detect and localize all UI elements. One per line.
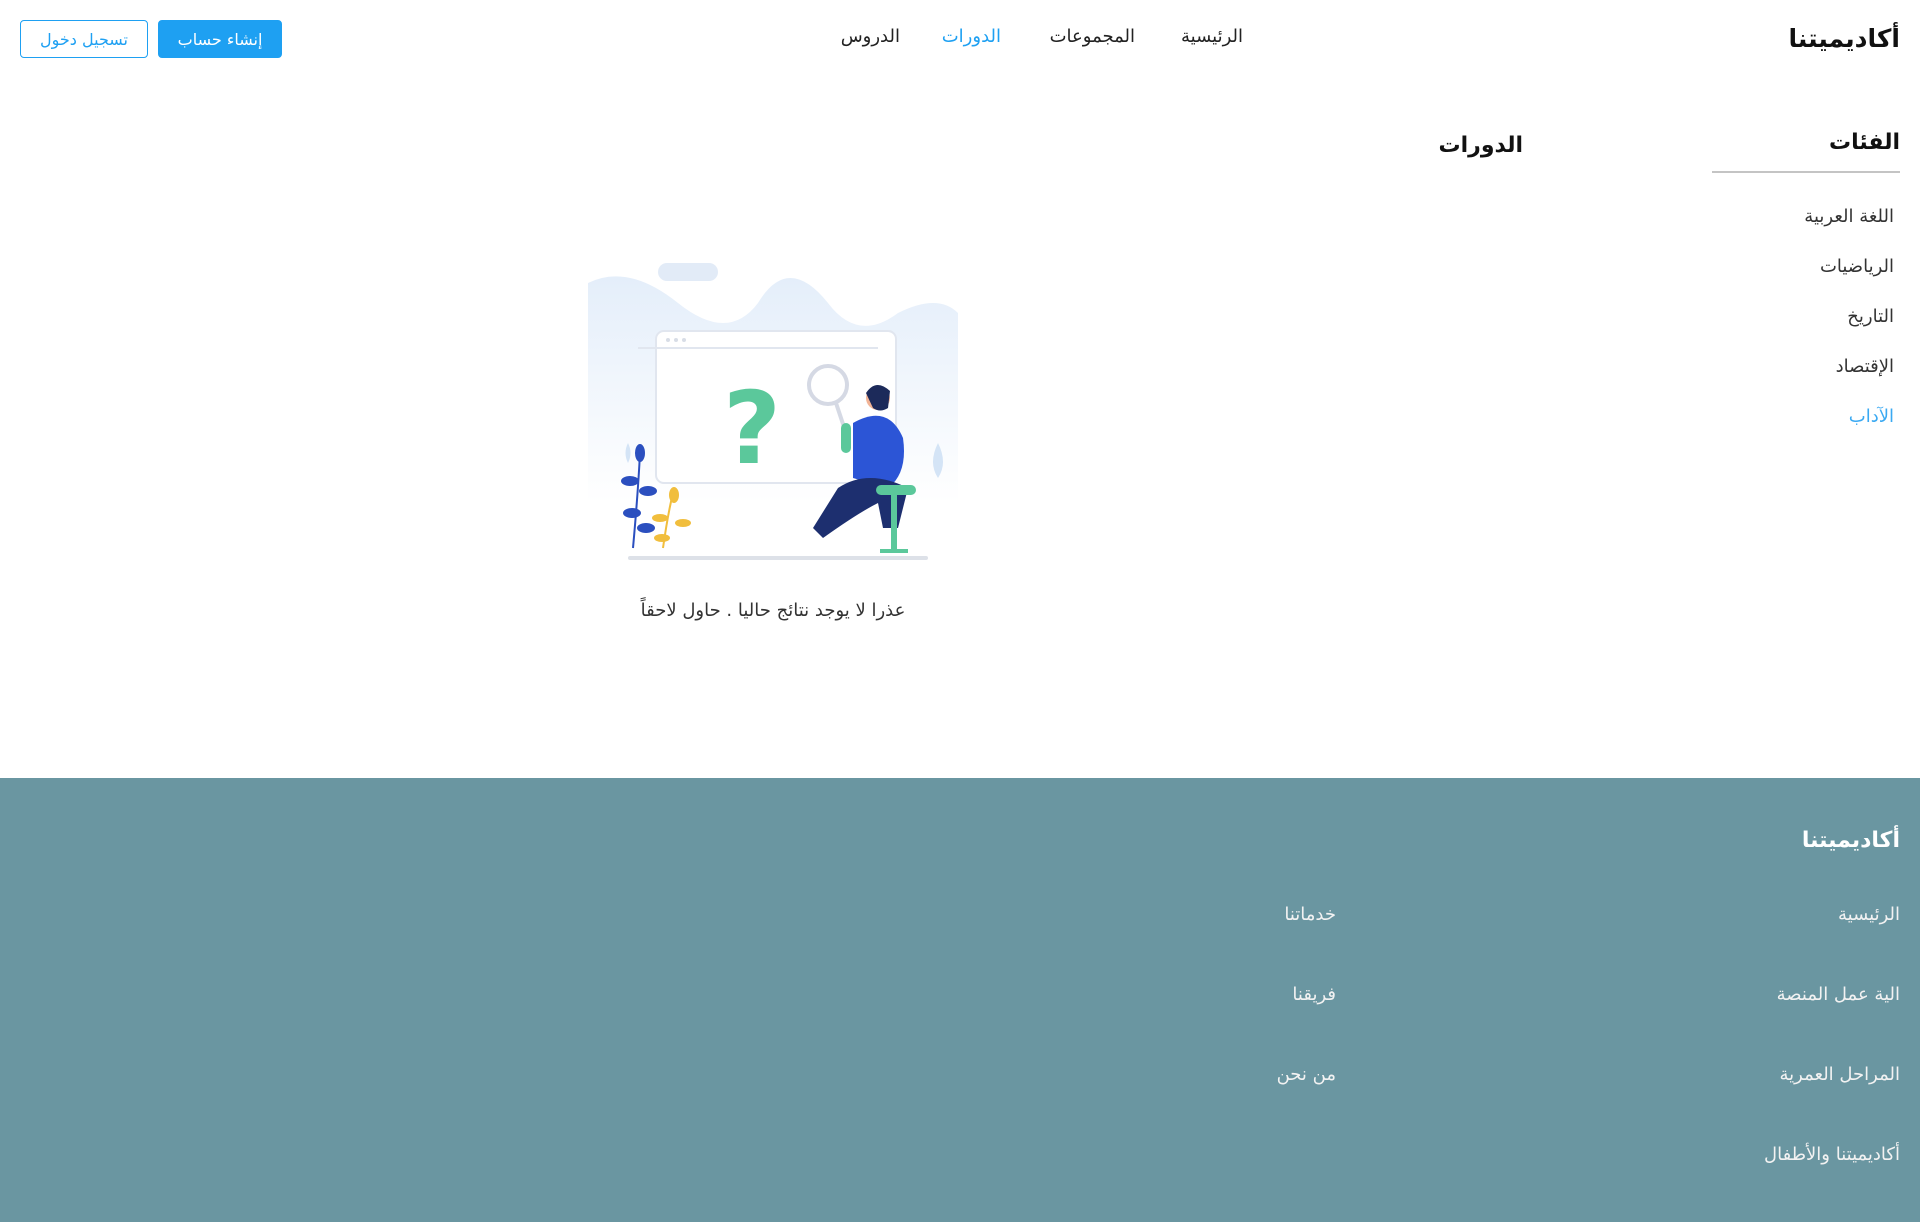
footer-link-team[interactable]: فريقنا (1292, 984, 1336, 1005)
categories-divider (1712, 171, 1900, 173)
footer-link-kids[interactable]: أكاديميتنا والأطفال (1764, 1144, 1900, 1165)
category-arabic[interactable]: اللغة العربية (1804, 206, 1894, 227)
category-economics[interactable]: الإقتصاد (1836, 356, 1894, 377)
nav-home[interactable]: الرئيسية (1181, 26, 1243, 47)
footer-link-how-it-works[interactable]: الية عمل المنصة (1777, 984, 1900, 1005)
empty-results-message: عذرا لا يوجد نتائج حاليا . حاول لاحقاً (640, 600, 906, 621)
category-history[interactable]: التاريخ (1847, 306, 1894, 327)
footer-link-about[interactable]: من نحن (1277, 1064, 1336, 1085)
category-math[interactable]: الرياضيات (1820, 256, 1894, 277)
footer-link-home[interactable]: الرئيسية (1838, 904, 1900, 925)
category-literature[interactable]: الآداب (1849, 406, 1894, 427)
svg-text:?: ? (723, 370, 781, 487)
site-footer: أكاديميتنا الرئيسية الية عمل المنصة المر… (0, 778, 1920, 1222)
footer-link-age-stages[interactable]: المراحل العمرية (1780, 1064, 1900, 1085)
footer-link-services[interactable]: خدماتنا (1284, 904, 1336, 925)
courses-title: الدورات (1438, 133, 1524, 158)
no-results-illustration: ? (588, 263, 958, 568)
nav-courses[interactable]: الدورات (942, 26, 1001, 47)
categories-title: الفئات (1829, 130, 1900, 155)
footer-title: أكاديميتنا (1801, 828, 1900, 853)
login-button[interactable]: تسجيل دخول (20, 20, 148, 58)
site-logo[interactable]: أكاديميتنا (1789, 24, 1900, 53)
nav-groups[interactable]: المجموعات (1050, 26, 1135, 47)
nav-lessons[interactable]: الدروس (841, 26, 900, 47)
register-button[interactable]: إنشاء حساب (158, 20, 282, 58)
